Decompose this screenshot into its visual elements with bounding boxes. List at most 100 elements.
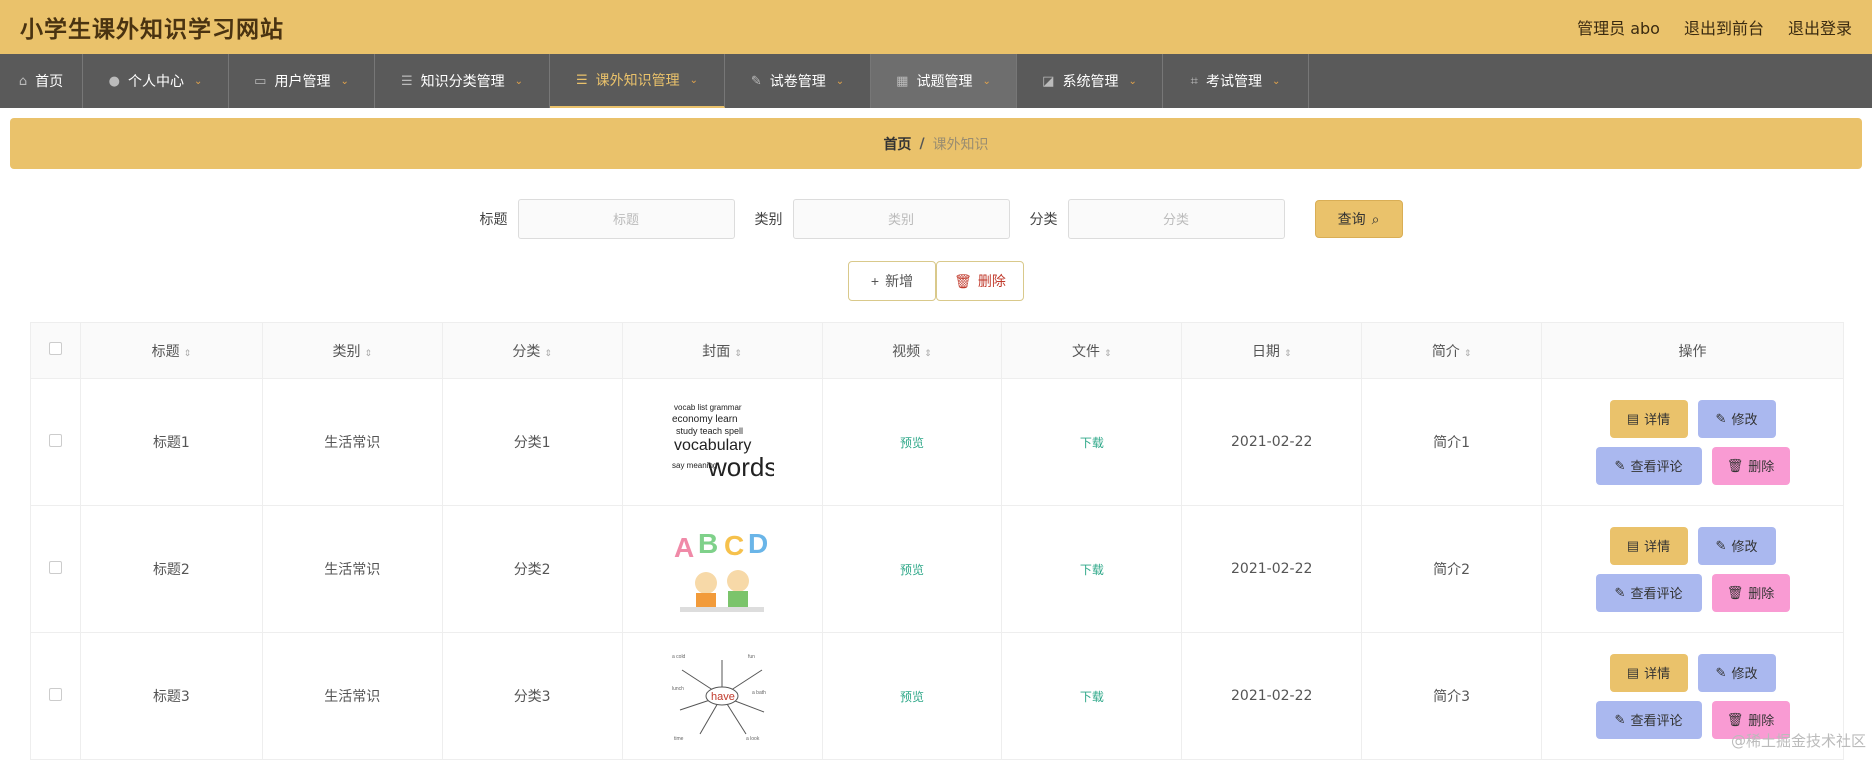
delete-button[interactable]: 🗑删除 [1712, 447, 1790, 485]
nav-item-paper-management[interactable]: ✎ 试卷管理 ⌄ [725, 54, 871, 108]
nav-item-label: 首页 [35, 71, 63, 91]
row-checkbox[interactable] [49, 688, 62, 701]
chevron-down-icon: ⌄ [982, 76, 990, 87]
video-preview-link[interactable]: 预览 [900, 690, 924, 704]
col-header[interactable]: 简介⇕ [1362, 323, 1542, 379]
detail-button[interactable]: ▤详情 [1610, 400, 1688, 438]
nav-item-label: 试卷管理 [770, 71, 826, 91]
have-cover[interactable]: have a coldfun luncha bath timea look [670, 650, 774, 742]
query-label: 查询 [1338, 209, 1366, 229]
nav-item-category-management[interactable]: ☰ 知识分类管理 ⌄ [375, 54, 550, 108]
list-icon: ☰ [401, 74, 413, 89]
svg-text:economy learn: economy learn [672, 414, 738, 425]
category-input[interactable] [793, 199, 1010, 239]
edit-button[interactable]: ✎修改 [1698, 654, 1776, 692]
table-row: 标题3 生活常识 分类3 have a coldfun lun [31, 633, 1844, 760]
add-button[interactable]: + 新增 [848, 261, 936, 301]
select-all-checkbox[interactable] [49, 342, 62, 355]
row-checkbox[interactable] [49, 434, 62, 447]
nav-item-label: 系统管理 [1062, 71, 1118, 91]
file-download-link[interactable]: 下载 [1080, 563, 1104, 577]
col-header[interactable]: 视频⇕ [822, 323, 1002, 379]
chevron-down-icon: ⌄ [194, 76, 202, 87]
logout-link[interactable]: 退出登录 [1788, 15, 1852, 39]
plus-icon: + [871, 273, 879, 289]
cell-intro: 简介3 [1362, 633, 1542, 760]
nav-item-personal-center[interactable]: ● 个人中心 ⌄ [83, 54, 229, 108]
title-label: 标题 [480, 209, 508, 229]
svg-text:B: B [698, 528, 718, 559]
row-checkbox[interactable] [49, 561, 62, 574]
detail-button[interactable]: ▤详情 [1610, 527, 1688, 565]
main-nav: ⌂ 首页 ● 个人中心 ⌄ ▭ 用户管理 ⌄ ☰ 知识分类管理 ⌄ ☰ 课外知识… [0, 54, 1872, 108]
users-icon: ▭ [254, 74, 266, 89]
cell-date: 2021-02-22 [1182, 633, 1362, 760]
cell-title: 标题2 [80, 506, 262, 633]
nav-item-exam-management[interactable]: ⌗ 考试管理 ⌄ [1163, 54, 1309, 108]
nav-item-label: 考试管理 [1206, 71, 1262, 91]
delete-button[interactable]: 🗑删除 [1712, 574, 1790, 612]
sort-icon: ⇕ [1464, 349, 1472, 359]
detail-button[interactable]: ▤详情 [1610, 654, 1688, 692]
video-preview-link[interactable]: 预览 [900, 563, 924, 577]
col-header[interactable]: 标题⇕ [80, 323, 262, 379]
words-cover[interactable]: vocab list grammar economy learn study t… [670, 396, 774, 488]
nav-item-user-management[interactable]: ▭ 用户管理 ⌄ [229, 54, 375, 108]
file-download-link[interactable]: 下载 [1080, 436, 1104, 450]
svg-text:fun: fun [748, 654, 755, 660]
batch-delete-button[interactable]: 🗑 删除 [936, 261, 1024, 301]
detail-icon: ▤ [1627, 538, 1639, 554]
col-header[interactable]: 类别⇕ [262, 323, 442, 379]
nav-item-knowledge-management[interactable]: ☰ 课外知识管理 ⌄ [550, 54, 725, 108]
nav-item-label: 课外知识管理 [596, 70, 680, 90]
cell-intro: 简介2 [1362, 506, 1542, 633]
cell-class: 分类1 [442, 379, 622, 506]
nav-item-home[interactable]: ⌂ 首页 [0, 54, 83, 108]
file-download-link[interactable]: 下载 [1080, 690, 1104, 704]
cell-intro: 简介1 [1362, 379, 1542, 506]
grid-icon: ▦ [896, 74, 908, 89]
view-comments-button[interactable]: ✎查看评论 [1596, 447, 1702, 485]
breadcrumb: 首页 / 课外知识 [10, 118, 1862, 169]
detail-icon: ▤ [1627, 411, 1639, 427]
col-header[interactable]: 分类⇕ [442, 323, 622, 379]
title-input[interactable] [518, 199, 735, 239]
nav-item-question-management[interactable]: ▦ 试题管理 ⌄ [871, 54, 1017, 108]
cell-date: 2021-02-22 [1182, 506, 1362, 633]
cell-title: 标题1 [80, 379, 262, 506]
add-label: 新增 [885, 271, 913, 291]
col-header[interactable]: 封面⇕ [622, 323, 822, 379]
svg-text:time: time [674, 736, 684, 742]
category-label: 类别 [755, 209, 783, 229]
svg-text:A: A [674, 532, 694, 563]
nav-item-label: 知识分类管理 [421, 71, 505, 91]
user-icon: ● [109, 74, 120, 89]
query-button[interactable]: 查询 ⌕ [1315, 200, 1403, 238]
nav-item-system-management[interactable]: ◪ 系统管理 ⌄ [1017, 54, 1163, 108]
sort-icon: ⇕ [734, 349, 742, 359]
video-preview-link[interactable]: 预览 [900, 436, 924, 450]
front-link[interactable]: 退出到前台 [1684, 15, 1764, 39]
view-comments-button[interactable]: ✎查看评论 [1596, 701, 1702, 739]
knowledge-table: 标题⇕ 类别⇕ 分类⇕ 封面⇕ 视频⇕ 文件⇕ 日期⇕ 简介⇕ 操作 标题1 生… [30, 322, 1844, 760]
view-comments-button[interactable]: ✎查看评论 [1596, 574, 1702, 612]
chevron-down-icon: ⌄ [340, 76, 348, 87]
cell-date: 2021-02-22 [1182, 379, 1362, 506]
svg-text:say meaning: say meaning [672, 461, 717, 470]
pencil-icon: ✎ [1615, 585, 1626, 601]
breadcrumb-home[interactable]: 首页 [883, 134, 911, 154]
crop-icon: ⌗ [1191, 74, 1198, 89]
nav-item-label: 用户管理 [274, 71, 330, 91]
class-input[interactable] [1068, 199, 1285, 239]
edit-button[interactable]: ✎修改 [1698, 400, 1776, 438]
top-header: 小学生课外知识学习网站 管理员 abo 退出到前台 退出登录 [0, 0, 1872, 54]
trash-icon: 🗑 [1727, 585, 1744, 601]
abcd-cover[interactable]: A B C D [670, 523, 774, 615]
chevron-down-icon: ⌄ [836, 76, 844, 87]
col-header[interactable]: 日期⇕ [1182, 323, 1362, 379]
col-header[interactable]: 文件⇕ [1002, 323, 1182, 379]
select-all-cell [31, 323, 81, 379]
trash-icon: 🗑 [1727, 712, 1744, 728]
edit-button[interactable]: ✎修改 [1698, 527, 1776, 565]
row-actions: ▤详情 ✎修改 ✎查看评论 🗑删除 [1542, 527, 1843, 612]
